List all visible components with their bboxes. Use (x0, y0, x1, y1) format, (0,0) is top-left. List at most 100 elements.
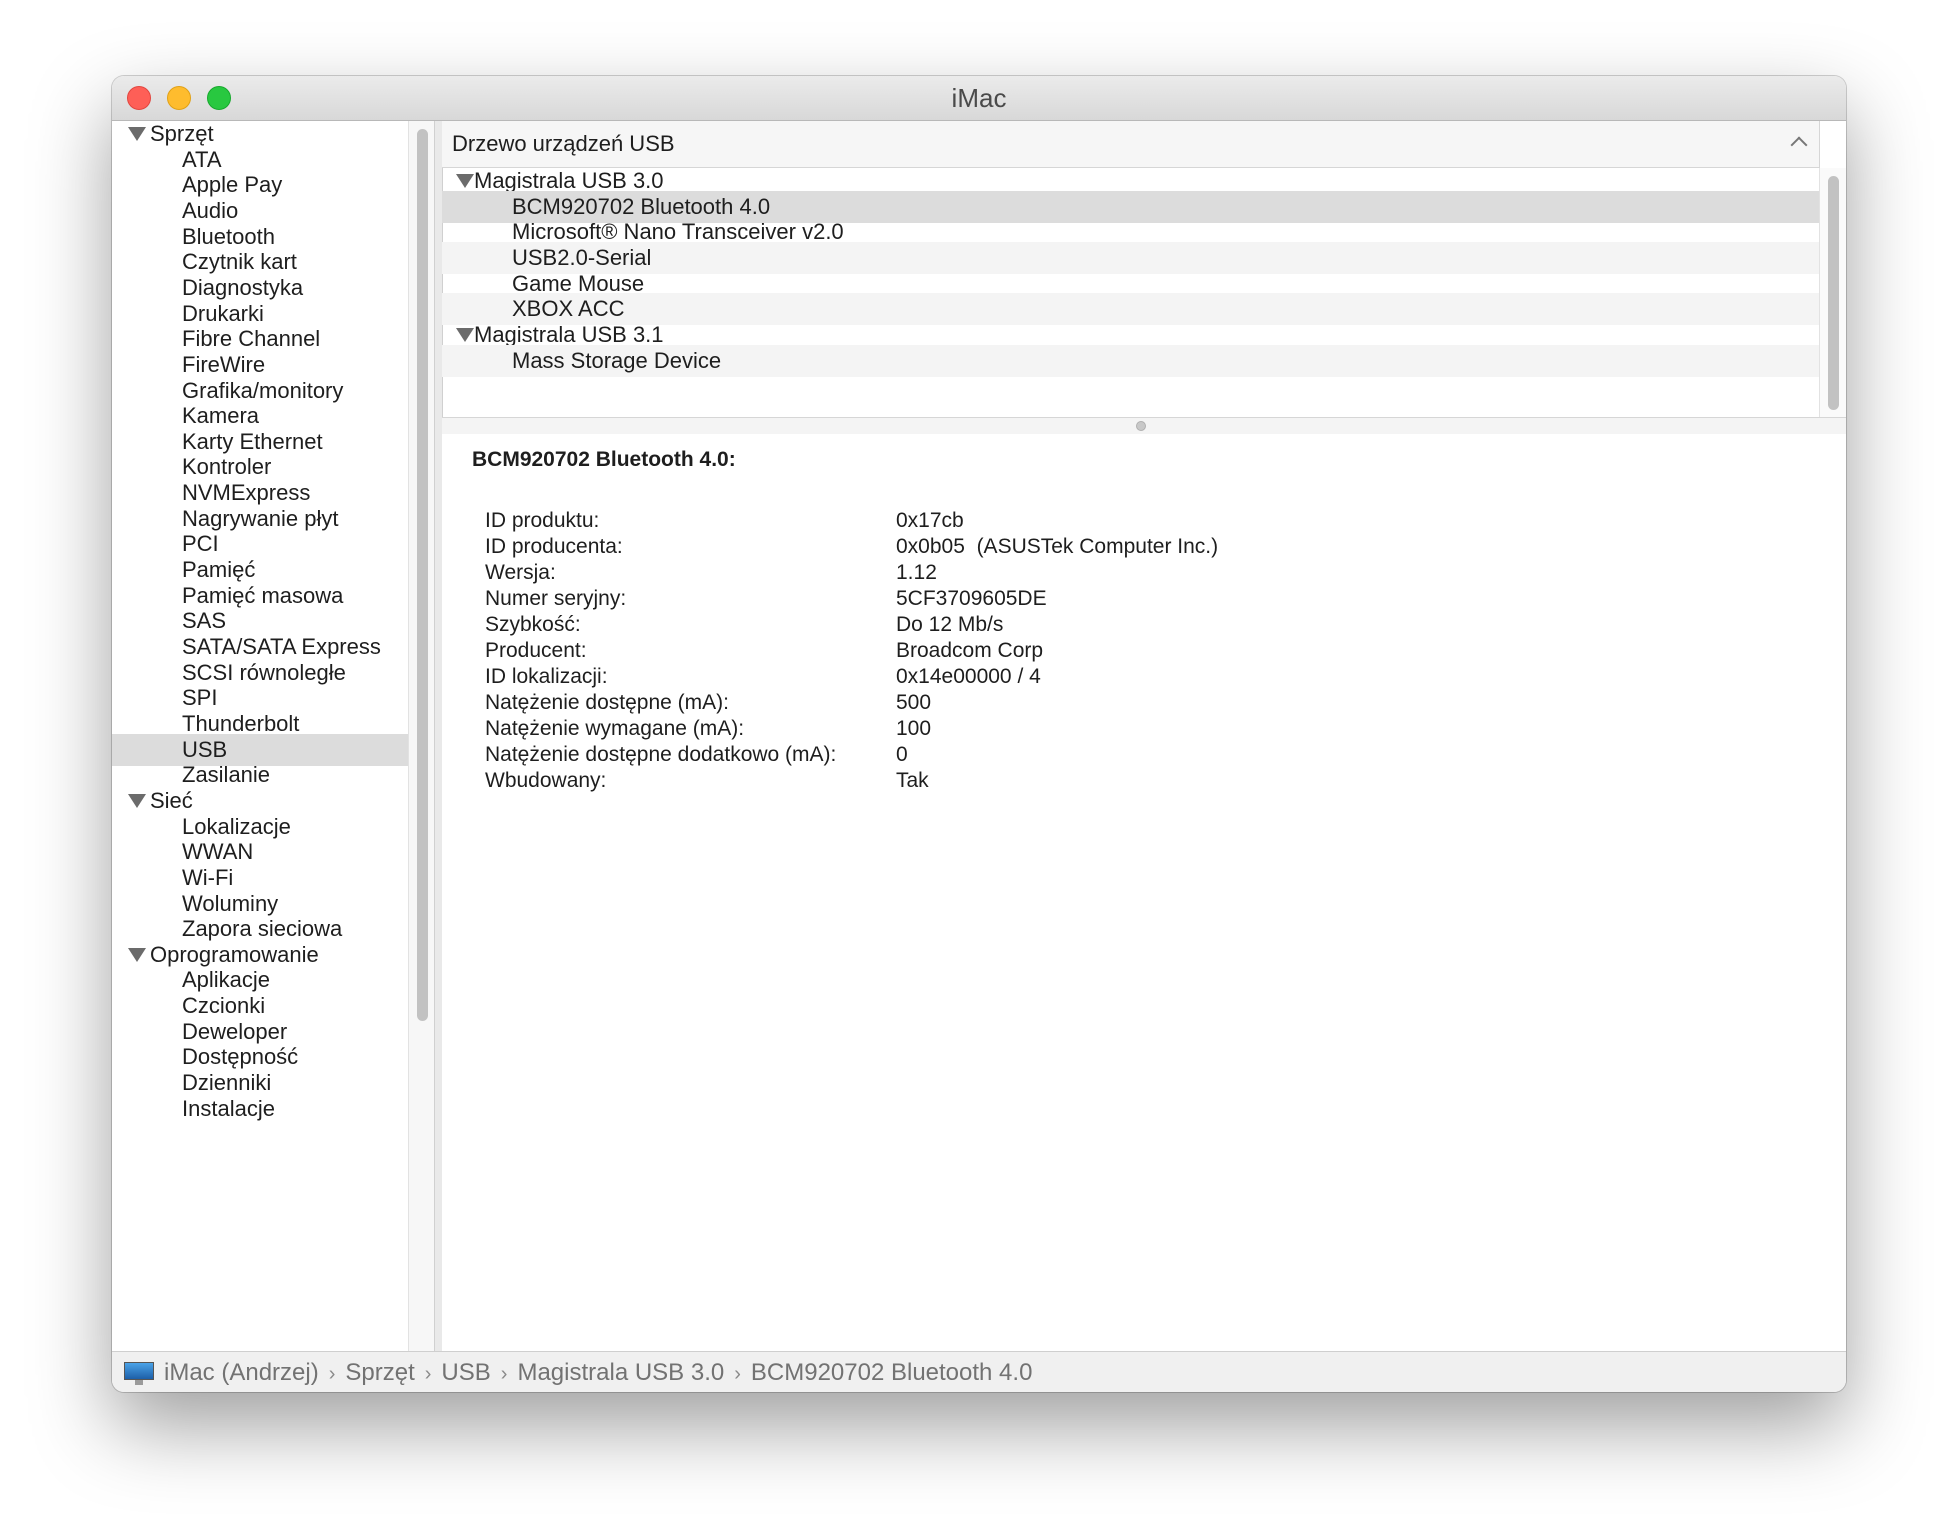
chevron-right-icon: › (328, 1363, 336, 1385)
window-title: iMac (951, 83, 1007, 113)
usb-tree-row-label: Magistrala USB 3.1 (474, 321, 664, 347)
sidebar-scroll-thumb[interactable] (417, 129, 428, 1021)
sidebar-item-label: USB (182, 736, 228, 762)
sidebar-item-label: Zasilanie (182, 762, 271, 788)
sidebar-item-label: Oprogramowanie (150, 941, 319, 967)
disclosure-triangle-icon[interactable] (456, 327, 474, 342)
property-value: 0x0b05 (ASUSTek Computer Inc.) (896, 535, 1219, 558)
breadcrumb: iMac (Andrzej) › Sprzęt › USB › Magistrala USB… (164, 1352, 1032, 1392)
property-row: ID produktu: 0x17cb (485, 508, 1385, 534)
disclosure-triangle-icon[interactable] (128, 793, 146, 808)
breadcrumb-item[interactable]: Sprzęt (345, 1359, 414, 1386)
property-key: ID producenta: (485, 535, 623, 558)
usb-tree-row-label: XBOX ACC (512, 296, 625, 322)
breadcrumb-item[interactable]: USB (441, 1359, 490, 1386)
usb-device-row[interactable]: Mass Storage Device (442, 344, 1819, 377)
sidebar-item-label: Grafika/monitory (182, 377, 344, 403)
sidebar-item-label: Apple Pay (182, 172, 283, 198)
detail-title: BCM920702 Bluetooth 4.0: (472, 448, 736, 471)
breadcrumb-item[interactable]: iMac (Andrzej) (164, 1359, 319, 1386)
property-row: Natężenie wymagane (mA): 100 (485, 716, 1385, 742)
sidebar-item-label: Zapora sieciowa (182, 916, 343, 942)
detail-properties: ID produktu: 0x17cb ID producenta: 0x0b05 (… (485, 508, 1385, 794)
usb-tree-header-label: Drzewo urządzeń USB (452, 131, 675, 156)
sidebar-item-label: Dostępność (182, 1044, 299, 1070)
disclosure-triangle-icon[interactable] (128, 127, 146, 141)
property-row: Producent: Broadcom Corp (485, 638, 1385, 664)
horizontal-splitter[interactable] (442, 417, 1846, 435)
sidebar-item-label: Karty Ethernet (182, 428, 323, 454)
breadcrumb-item[interactable]: BCM920702 Bluetooth 4.0 (751, 1359, 1033, 1386)
property-key: Natężenie dostępne (mA): (485, 691, 729, 714)
property-key: Natężenie dostępne dodatkowo (mA): (485, 743, 837, 766)
property-row: ID lokalizacji: 0x14e00000 / 4 (485, 664, 1385, 690)
sidebar: Sprzęt ATA Apple Pay Audio Bluetooth Czytnik … (112, 121, 408, 1351)
property-row: Szybkość: Do 12 Mb/s (485, 612, 1385, 638)
property-key: Numer seryjny: (485, 587, 627, 610)
usb-tree-row-label: BCM920702 Bluetooth 4.0 (512, 193, 771, 219)
sidebar-scrollbar[interactable] (408, 121, 435, 1351)
system-information-window: iMac Sprzęt ATA Apple Pay Audio Bluetooth Czy… (112, 76, 1846, 1392)
sort-ascending-icon[interactable] (1790, 136, 1808, 154)
property-row: Wbudowany: Tak (485, 768, 1385, 794)
disclosure-triangle-icon[interactable] (128, 947, 146, 962)
sidebar-item-label: Dzienniki (182, 1070, 272, 1096)
property-value: 100 (896, 717, 932, 740)
usb-tree-row-label: Mass Storage Device (512, 347, 722, 373)
computer-icon (124, 1362, 154, 1386)
chevron-right-icon: › (500, 1363, 508, 1385)
sidebar-item-label: NVMExpress (182, 480, 311, 506)
detail-panel: BCM920702 Bluetooth 4.0: ID produktu: 0x1… (442, 434, 1846, 1351)
sidebar-item-label: Drukarki (182, 300, 264, 326)
sidebar-item-label: SATA/SATA Express (182, 634, 381, 659)
property-key: Szybkość: (485, 613, 581, 636)
sidebar-item-label: WWAN (182, 839, 254, 865)
sidebar-item-label: Kamera (182, 403, 260, 429)
usb-tree-scrollbar[interactable] (1819, 168, 1846, 418)
usb-tree-row-label: Game Mouse (512, 270, 645, 296)
usb-tree-column-header[interactable]: Drzewo urządzeń USB (442, 121, 1820, 168)
property-value: 0x17cb (896, 509, 964, 532)
sidebar-item-label: ATA (182, 146, 222, 172)
usb-tree-scroll-thumb[interactable] (1828, 176, 1839, 410)
property-key: Wbudowany: (485, 769, 607, 792)
sidebar-item-label: Kontroler (182, 454, 272, 480)
property-value: Do 12 Mb/s (896, 613, 1004, 636)
property-value: 1.12 (896, 561, 937, 584)
sidebar-item-label: SAS (182, 608, 227, 634)
sidebar-item-label: Audio (182, 197, 239, 223)
property-row: Natężenie dostępne (mA): 500 (485, 690, 1385, 716)
sidebar-item-instalacje[interactable]: Instalacje (112, 1093, 408, 1125)
property-row: Wersja: 1.12 (485, 560, 1385, 586)
sidebar-item-label: Czytnik kart (182, 249, 297, 275)
property-key: Natężenie wymagane (mA): (485, 717, 745, 740)
property-value: Tak (896, 769, 929, 792)
property-value: 0 (896, 743, 908, 766)
sidebar-item-label: SPI (182, 685, 218, 711)
splitter-handle-icon[interactable] (1136, 421, 1146, 431)
usb-pane: Drzewo urządzeń USB Magistrala USB 3.0 BC… (442, 121, 1846, 1351)
property-value: Broadcom Corp (896, 639, 1044, 662)
chevron-right-icon: › (734, 1363, 741, 1385)
property-key: Producent: (485, 639, 587, 662)
sidebar-item-label: Wi-Fi (182, 864, 234, 890)
property-row: Numer seryjny: 5CF3709605DE (485, 586, 1385, 612)
disclosure-triangle-icon[interactable] (456, 174, 474, 188)
sidebar-item-label: Bluetooth (182, 223, 275, 249)
property-value: 500 (896, 691, 932, 714)
property-row: Natężenie dostępne dodatkowo (mA): 0 (485, 742, 1385, 768)
property-row: ID producenta: 0x0b05 (ASUSTek Computer I… (485, 534, 1385, 560)
property-key: ID produktu: (485, 509, 600, 532)
sidebar-item-label: Thunderbolt (182, 710, 300, 736)
sidebar-item-label: PCI (182, 531, 219, 557)
sidebar-item-label: Sprzęt (150, 121, 214, 146)
chevron-right-icon: › (424, 1363, 432, 1385)
usb-tree-row-label: USB2.0-Serial (512, 244, 652, 270)
breadcrumb-item[interactable]: Magistrala USB 3.0 (517, 1359, 724, 1386)
sidebar-item-label: FireWire (182, 351, 266, 377)
path-bar: iMac (Andrzej) › Sprzęt › USB › Magistrala USB… (112, 1351, 1846, 1392)
sidebar-item-label: Pamięć masowa (182, 582, 344, 608)
sidebar-item-label: Diagnostyka (182, 274, 304, 300)
sidebar-item-label: Instalacje (182, 1095, 275, 1121)
title-bar[interactable]: iMac (112, 76, 1846, 121)
